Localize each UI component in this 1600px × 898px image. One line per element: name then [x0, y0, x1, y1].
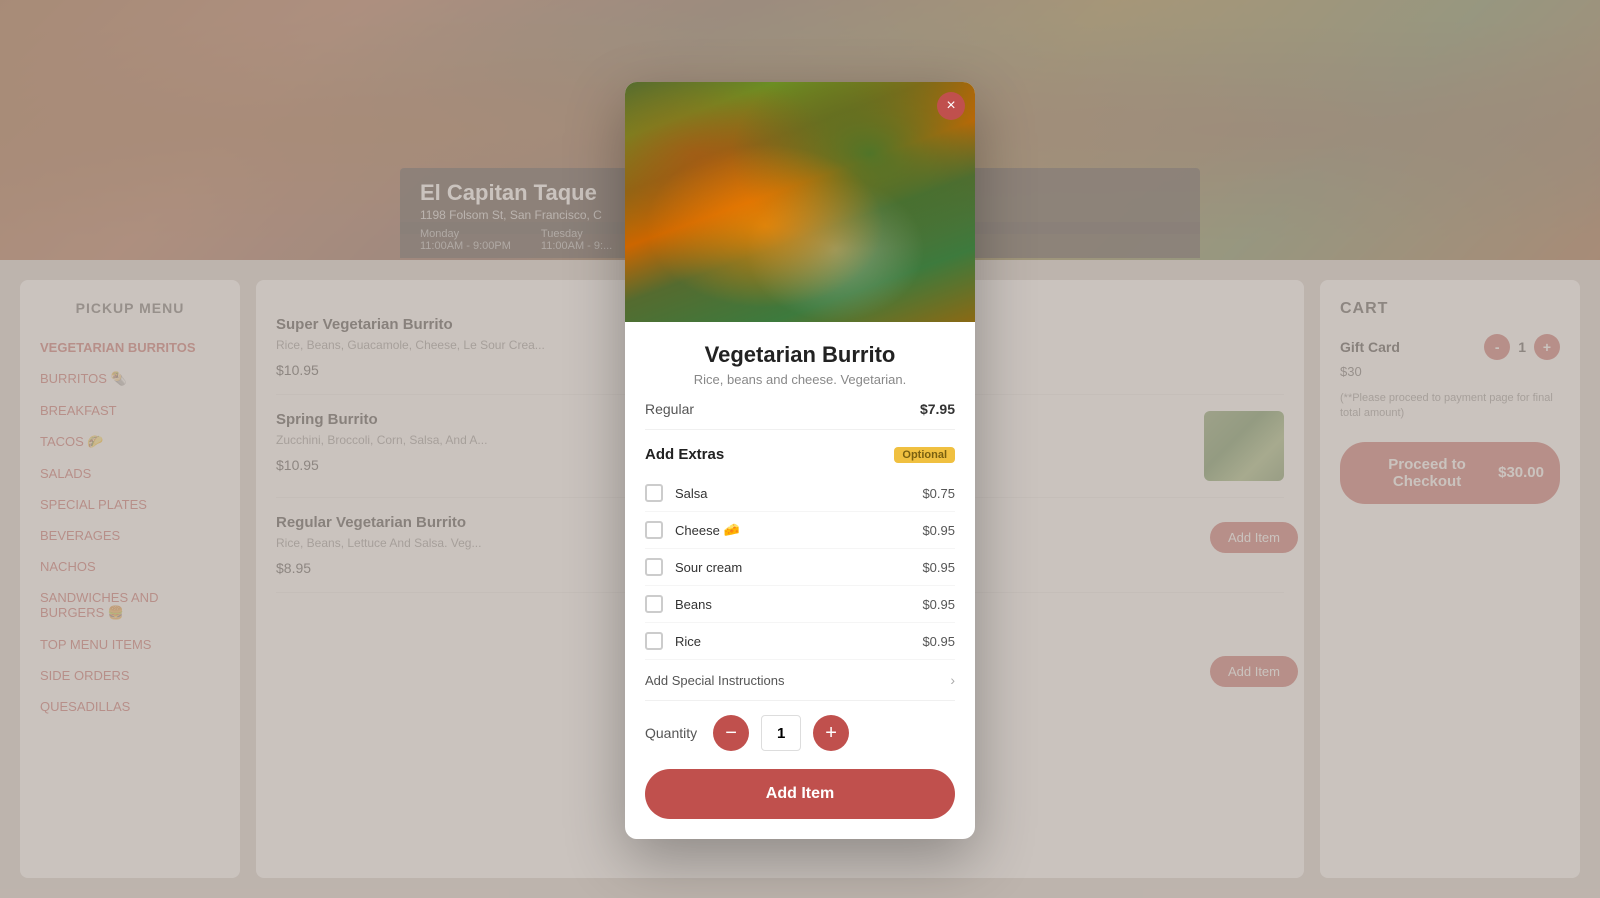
extra-price-cheese: $0.95: [922, 523, 955, 538]
special-instructions-label: Add Special Instructions: [645, 673, 784, 688]
extra-name-rice: Rice: [675, 634, 922, 649]
extra-price-rice: $0.95: [922, 634, 955, 649]
optional-badge: Optional: [894, 447, 955, 463]
chevron-right-icon: ›: [950, 672, 955, 688]
extra-checkbox-sour-cream[interactable]: [645, 558, 663, 576]
extra-checkbox-beans[interactable]: [645, 595, 663, 613]
modal-item-description: Rice, beans and cheese. Vegetarian.: [645, 372, 955, 387]
modal-dialog: × Vegetarian Burrito Rice, beans and che…: [625, 82, 975, 839]
extra-price-sour-cream: $0.95: [922, 560, 955, 575]
quantity-increase-button[interactable]: +: [813, 715, 849, 751]
extra-name-beans: Beans: [675, 597, 922, 612]
quantity-label: Quantity: [645, 725, 697, 741]
extra-item-salsa: Salsa $0.75: [645, 475, 955, 512]
extra-checkbox-cheese[interactable]: [645, 521, 663, 539]
quantity-input[interactable]: [761, 715, 801, 751]
quantity-row: Quantity − +: [645, 701, 955, 765]
extra-name-cheese: Cheese 🧀: [675, 522, 922, 538]
extra-name-sour-cream: Sour cream: [675, 560, 922, 575]
extras-list: Salsa $0.75 Cheese 🧀 $0.95 Sour cream $0…: [645, 475, 955, 660]
modal-price-value: $7.95: [920, 401, 955, 417]
modal-item-name: Vegetarian Burrito: [645, 342, 955, 368]
modal-extras-title: Add Extras: [645, 446, 724, 463]
extra-checkbox-salsa[interactable]: [645, 484, 663, 502]
extra-item-beans: Beans $0.95: [645, 586, 955, 623]
modal-price-label: Regular: [645, 401, 694, 417]
modal-food-image: [625, 82, 975, 322]
modal-extras-header: Add Extras Optional: [645, 446, 955, 463]
extra-price-salsa: $0.75: [922, 486, 955, 501]
special-instructions-row[interactable]: Add Special Instructions ›: [645, 660, 955, 701]
extra-item-cheese: Cheese 🧀 $0.95: [645, 512, 955, 549]
extra-item-sour-cream: Sour cream $0.95: [645, 549, 955, 586]
extra-price-beans: $0.95: [922, 597, 955, 612]
quantity-decrease-button[interactable]: −: [713, 715, 749, 751]
modal-body: Vegetarian Burrito Rice, beans and chees…: [625, 322, 975, 839]
quantity-controls: − +: [713, 715, 849, 751]
extra-checkbox-rice[interactable]: [645, 632, 663, 650]
modal-close-button[interactable]: ×: [937, 92, 965, 120]
modal-overlay: × Vegetarian Burrito Rice, beans and che…: [0, 0, 1600, 898]
modal-add-item-button[interactable]: Add Item: [645, 769, 955, 819]
extra-name-salsa: Salsa: [675, 486, 922, 501]
extra-item-rice: Rice $0.95: [645, 623, 955, 660]
modal-price-row: Regular $7.95: [645, 401, 955, 430]
